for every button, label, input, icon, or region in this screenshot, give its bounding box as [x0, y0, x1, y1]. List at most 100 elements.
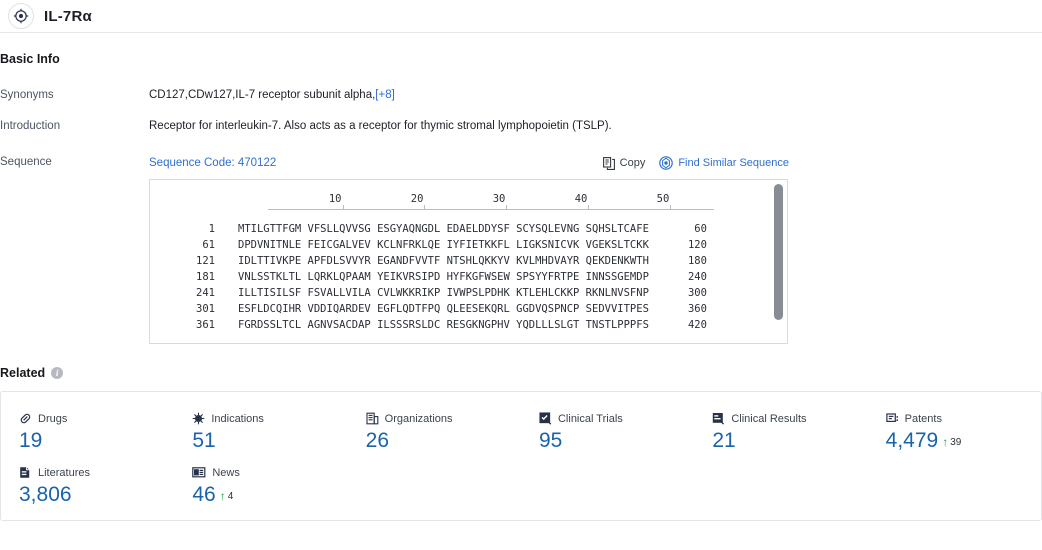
- basic-info-table: Synonyms CD127,CDw127,IL-7 receptor subu…: [0, 66, 1042, 344]
- stat-card-indications[interactable]: Indications 51: [174, 406, 347, 460]
- sequence-line-start: 181: [196, 271, 215, 283]
- synonyms-row: Synonyms CD127,CDw127,IL-7 receptor subu…: [0, 66, 1042, 101]
- stat-label-row: Drugs: [19, 412, 174, 425]
- clinical-trial-icon: [539, 412, 552, 425]
- stat-label-row: News: [192, 466, 347, 479]
- sequence-line-start: 241: [196, 287, 215, 299]
- sequence-viewer[interactable]: 10 20 30 40 50 1 MTILGTTFGM VFSLLQVVSG ESGYAQ…: [149, 179, 788, 344]
- virus-icon: [192, 412, 205, 425]
- stat-label: Clinical Trials: [557, 412, 623, 425]
- stat-value-row: 19: [19, 428, 174, 454]
- stat-label: Indications: [211, 412, 264, 425]
- related-heading: Related: [0, 366, 46, 380]
- find-similar-sequence-button[interactable]: Find Similar Sequence: [659, 156, 789, 170]
- stat-label-row: Organizations: [366, 412, 521, 425]
- stat-label: Organizations: [384, 412, 453, 425]
- stat-value: 21: [712, 429, 736, 452]
- sequence-rows: 1 MTILGTTFGM VFSLLQVVSG ESGYAQNGDL EDAELD…: [150, 221, 787, 333]
- stat-label-row: Indications: [192, 412, 347, 425]
- ruler-tick: [670, 205, 672, 210]
- stat-card-drugs[interactable]: Drugs 19: [1, 406, 174, 460]
- sequence-line: 61 DPDVNITNLE FEICGALVEV KCLNFRKLQE IYFIE…: [150, 237, 787, 253]
- find-similar-icon: [659, 156, 674, 170]
- sequence-line-start: 1: [208, 223, 215, 235]
- sequence-header-bar: Sequence Code: 470122 Copy Find Similar …: [149, 156, 789, 170]
- related-heading-row: Related i: [0, 366, 1042, 380]
- sequence-line-end: 300: [687, 287, 707, 299]
- stat-value-row: 26: [366, 428, 521, 454]
- main-content: Basic Info Synonyms CD127,CDw127,IL-7 re…: [0, 52, 1042, 521]
- basic-info-heading: Basic Info: [0, 52, 60, 66]
- ruler-tick: [506, 205, 508, 210]
- stat-label-row: Clinical Trials: [539, 412, 694, 425]
- stat-value: 51: [192, 429, 216, 452]
- stat-value-row: 3,806: [19, 482, 174, 508]
- ruler-tick: [588, 205, 590, 210]
- synonyms-more-link[interactable]: [+8]: [375, 89, 395, 101]
- stat-value: 95: [538, 429, 563, 452]
- introduction-row: Introduction Receptor for interleukin-7.…: [0, 101, 1042, 132]
- stat-card-clinical-trials[interactable]: Clinical Trials 95: [521, 406, 694, 460]
- stat-value-row: 51: [192, 428, 347, 454]
- stat-label: Drugs: [38, 412, 68, 425]
- stat-value: 3,806: [19, 483, 72, 506]
- sequence-line-start: 301: [196, 303, 215, 315]
- sequence-actions: Copy Find Similar Sequence: [602, 156, 789, 170]
- ruler-tick-label: 40: [574, 193, 588, 205]
- synonyms-value: CD127,CDw127,IL-7 receptor subunit alpha…: [149, 66, 1042, 101]
- sequence-line-start: 361: [196, 319, 215, 331]
- sequence-ruler: 10 20 30 40 50: [268, 193, 714, 210]
- stat-value: 26: [365, 429, 390, 452]
- stat-label: News: [212, 466, 240, 479]
- sequence-line-end: 420: [687, 319, 707, 331]
- arrow-up-icon: ↑: [942, 435, 949, 449]
- sequence-scrollbar-track[interactable]: [774, 182, 785, 343]
- sequence-line-start: 121: [196, 255, 215, 267]
- ruler-tick: [424, 205, 426, 210]
- stat-label-row: Patents: [885, 412, 1041, 425]
- stat-card-patents[interactable]: Patents 4,479 ↑ 39: [868, 406, 1041, 460]
- ruler-tick-label: 20: [410, 193, 424, 205]
- stat-delta: ↑ 39: [942, 436, 961, 448]
- sequence-scrollbar-thumb[interactable]: [774, 184, 783, 320]
- synonyms-text: CD127,CDw127,IL-7 receptor subunit alpha…: [149, 89, 376, 101]
- clinical-result-icon: [712, 412, 725, 425]
- stat-label-row: Clinical Results: [712, 412, 867, 425]
- stat-card-literatures[interactable]: Literatures 3,806: [1, 460, 174, 514]
- sequence-line-end: 60: [694, 223, 707, 235]
- stat-value: 46: [192, 483, 216, 506]
- sequence-line-end: 240: [687, 271, 707, 283]
- stat-delta: ↑ 4: [220, 490, 234, 502]
- stat-value-row: 46 ↑ 4: [192, 482, 347, 508]
- patent-icon: [885, 412, 899, 425]
- sequence-label: Sequence: [0, 156, 52, 168]
- sequence-line: 121 IDLTTIVKPE APFDLSVVYR EGANDFVVTF NTSH…: [150, 253, 787, 269]
- stat-value: 4,479: [885, 429, 939, 452]
- literature-icon: [19, 466, 32, 479]
- info-icon[interactable]: i: [51, 367, 64, 379]
- stat-card-clinical-results[interactable]: Clinical Results 21: [694, 406, 867, 460]
- related-stats-card: Drugs 19 Indications 51 Organizations 26 Clini…: [0, 391, 1042, 521]
- ruler-tick-label: 30: [492, 193, 506, 205]
- ruler-baseline: [268, 209, 714, 210]
- stat-card-news[interactable]: News 46 ↑ 4: [174, 460, 347, 514]
- sequence-line-residues: ESFLDCQIHR VDDIQARDEV EGFLQDTFPQ QLEESEK…: [238, 303, 649, 315]
- stat-card-organizations[interactable]: Organizations 26: [348, 406, 521, 460]
- sequence-line-end: 180: [687, 255, 707, 267]
- synonyms-label: Synonyms: [0, 89, 54, 101]
- sequence-line: 241 ILLTISILSF FSVALLVILA CVLWKKRIKP IVWP…: [150, 285, 787, 301]
- sequence-line-residues: DPDVNITNLE FEICGALVEV KCLNFRKLQE IYFIETK…: [238, 239, 649, 251]
- introduction-value: Receptor for interleukin-7. Also acts as…: [149, 120, 612, 132]
- sequence-line-start: 61: [202, 239, 215, 251]
- copy-button[interactable]: Copy: [602, 156, 645, 170]
- target-icon: [8, 3, 34, 29]
- sequence-line-residues: MTILGTTFGM VFSLLQVVSG ESGYAQNGDL EDAELDD…: [238, 223, 649, 235]
- stat-label: Literatures: [38, 466, 90, 479]
- sequence-code-link[interactable]: Sequence Code: 470122: [149, 157, 276, 169]
- sequence-line: 361 FGRDSSLTCL AGNVSACDAP ILSSSRSLDC RESG…: [150, 317, 787, 333]
- sequence-line: 301 ESFLDCQIHR VDDIQARDEV EGFLQDTFPQ QLEE…: [150, 301, 787, 317]
- news-icon: [192, 466, 206, 479]
- building-icon: [366, 412, 379, 425]
- related-stats-grid: Drugs 19 Indications 51 Organizations 26 Clini…: [1, 406, 1041, 514]
- sequence-line-residues: VNLSSTKLTL LQRKLQPAAM YEIKVRSIPD HYFKGFW…: [238, 271, 649, 283]
